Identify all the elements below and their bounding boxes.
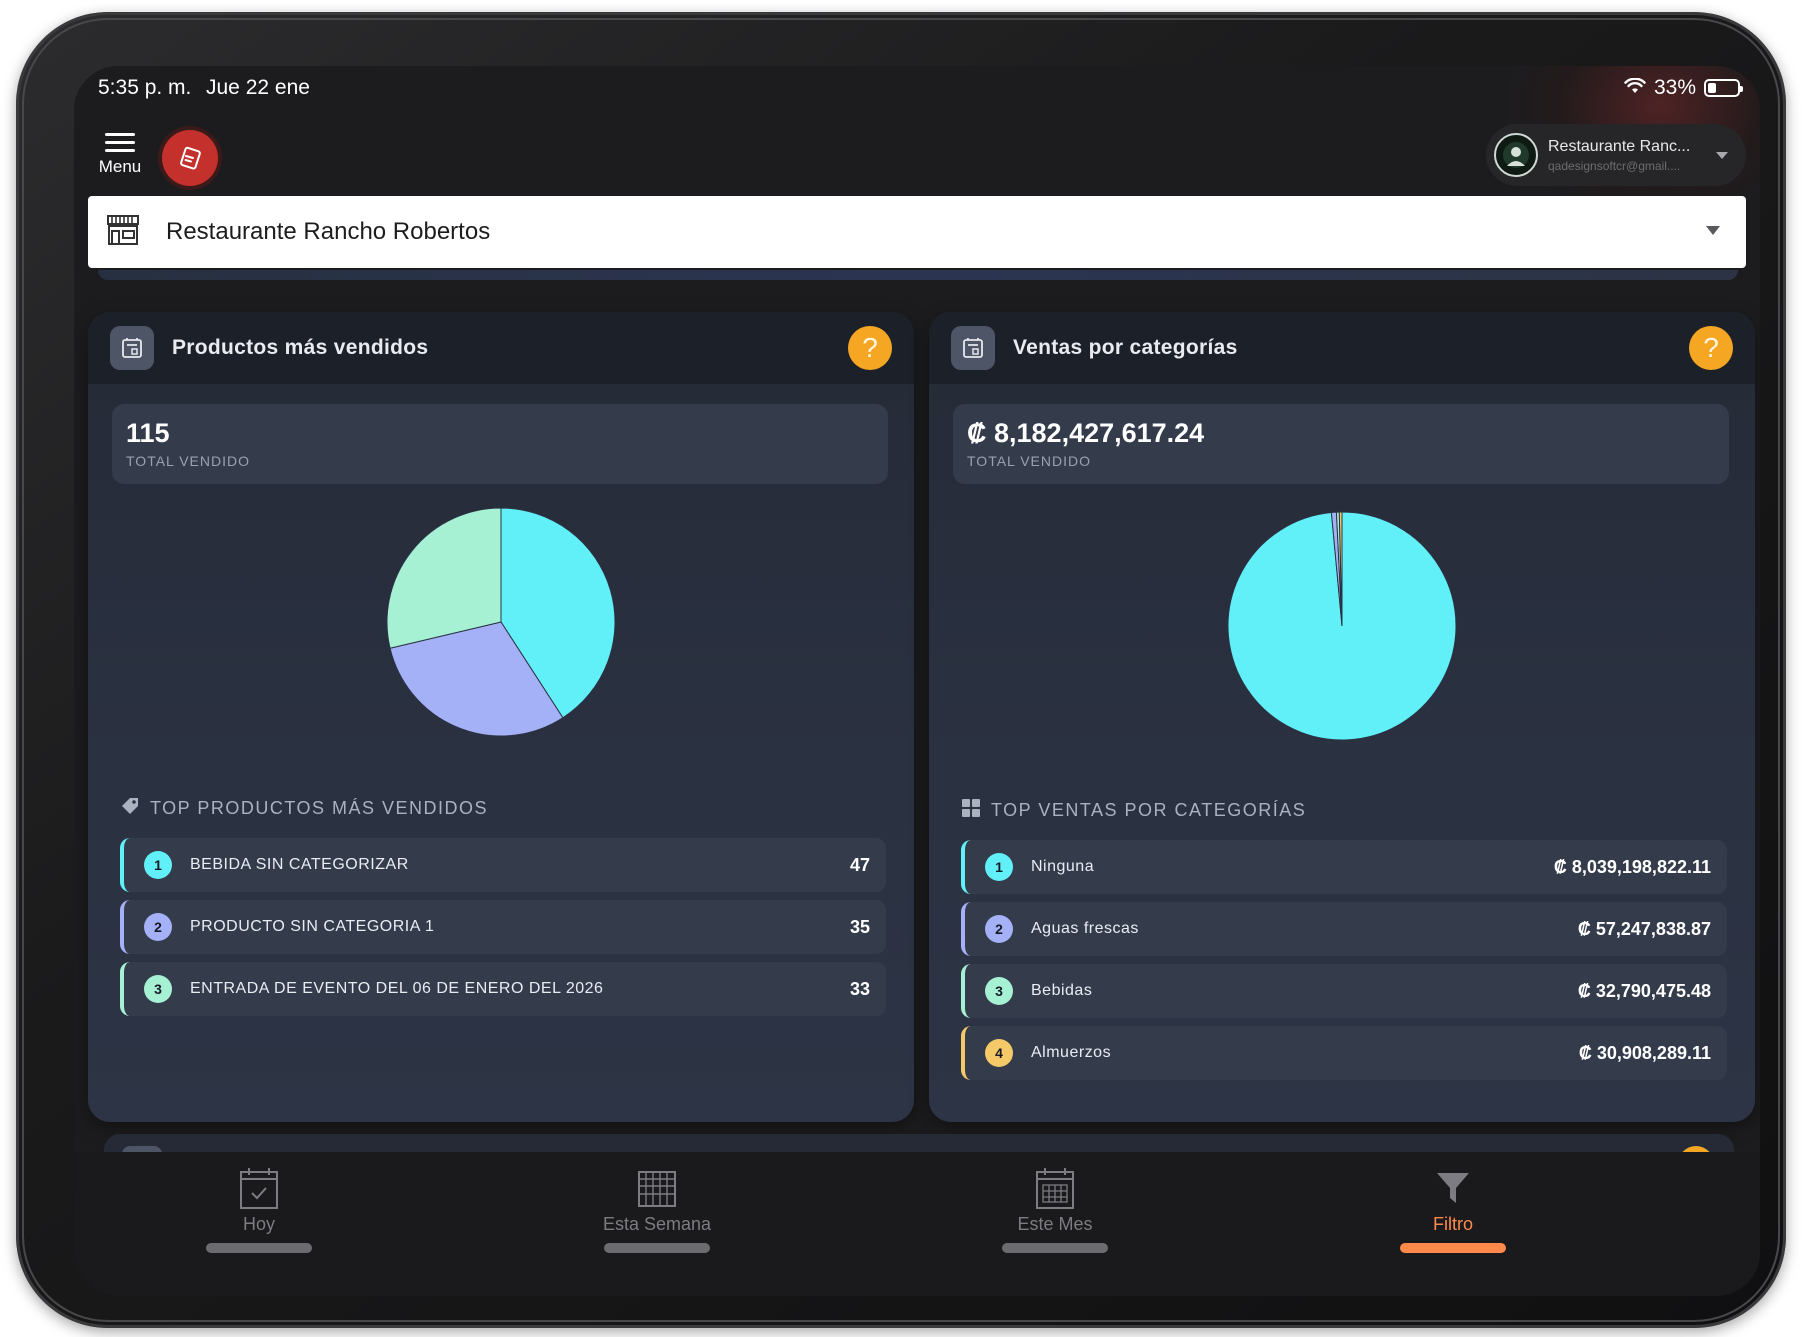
menu-button[interactable]: Menu xyxy=(92,128,148,184)
status-bar: 5:35 p. m. Jue 22 ene 33% xyxy=(74,66,1760,116)
list-item: 2 Aguas frescas ₡ 57,247,838.87 xyxy=(961,902,1727,956)
register-icon xyxy=(110,326,154,370)
tab-label: Filtro xyxy=(1433,1214,1473,1234)
battery-percent: 33% xyxy=(1653,76,1696,99)
item-name: ENTRADA DE EVENTO DEL 06 DE ENERO DEL 20… xyxy=(190,980,604,997)
item-value: ₡ 32,790,475.48 xyxy=(1577,981,1711,1001)
tab-indicator xyxy=(604,1243,710,1253)
account-name: Restaurante Ranc... xyxy=(1548,137,1691,155)
item-name: PRODUCTO SIN CATEGORIA 1 xyxy=(190,918,435,935)
rank-badge: 3 xyxy=(144,975,172,1003)
store-icon xyxy=(106,214,140,251)
item-name: Ninguna xyxy=(1031,858,1095,875)
rank-badge: 2 xyxy=(985,915,1013,943)
list-item: 1 Ninguna ₡ 8,039,198,822.11 xyxy=(961,840,1727,894)
account-switcher[interactable]: Restaurante Ranc... qadesignsoftcr@gmail… xyxy=(1486,124,1746,186)
total-value: ₡ 8,182,427,617.24 xyxy=(967,418,1205,448)
tab-este-mes[interactable]: Este Mes xyxy=(975,1164,1135,1253)
item-value: ₡ 57,247,838.87 xyxy=(1577,919,1711,939)
section-title: TOP VENTAS POR CATEGORÍAS xyxy=(961,798,1306,823)
store-selector-value: Restaurante Rancho Robertos xyxy=(166,218,491,245)
item-name: Bebidas xyxy=(1031,982,1093,999)
tag-icon xyxy=(120,796,140,821)
tab-indicator xyxy=(1002,1243,1108,1253)
item-value: ₡ 30,908,289.11 xyxy=(1578,1043,1711,1063)
tab-label: Este Mes xyxy=(1017,1214,1093,1234)
register-icon xyxy=(951,326,995,370)
card-header: Productos más vendidos ? xyxy=(88,312,914,384)
list-item: 3 ENTRADA DE EVENTO DEL 06 DE ENERO DEL 2… xyxy=(120,962,886,1016)
tab-indicator xyxy=(206,1243,312,1253)
total-label: TOTAL VENDIDO xyxy=(126,453,250,469)
avatar xyxy=(1494,133,1538,177)
tab-indicator xyxy=(1400,1243,1506,1253)
calendar-month-icon xyxy=(975,1164,1135,1212)
top-categories-list: 1 Ninguna ₡ 8,039,198,822.11 2 Aguas frescas… xyxy=(961,840,1727,1088)
categories-pie-chart xyxy=(929,506,1755,806)
status-time: 5:35 p. m. xyxy=(98,76,192,99)
tab-hoy[interactable]: Hoy xyxy=(179,1164,339,1253)
rank-badge: 1 xyxy=(985,853,1013,881)
grid-icon xyxy=(961,798,981,823)
app-logo[interactable] xyxy=(162,130,218,186)
rank-badge: 3 xyxy=(985,977,1013,1005)
top-products-card: Productos más vendidos ? 115 TOTAL VENDI… xyxy=(88,312,914,1122)
card-title: Productos más vendidos xyxy=(172,336,429,359)
total-label: TOTAL VENDIDO xyxy=(967,453,1091,469)
card-title: Ventas por categorías xyxy=(1013,336,1238,359)
tab-label: Esta Semana xyxy=(602,1214,712,1234)
item-value: 35 xyxy=(849,917,870,937)
calendar-check-icon xyxy=(179,1164,339,1212)
products-pie-chart xyxy=(88,502,914,802)
chevron-down-icon xyxy=(1706,226,1720,235)
list-item: 3 Bebidas ₡ 32,790,475.48 xyxy=(961,964,1727,1018)
hamburger-icon xyxy=(105,133,135,152)
item-name: Almuerzos xyxy=(1031,1044,1112,1061)
total-value: 115 xyxy=(126,418,170,448)
status-indicators: 33% xyxy=(1624,76,1743,100)
bottom-tab-bar: Hoy Esta Semana Este Mes Filtro xyxy=(74,1152,1760,1296)
section-title: TOP PRODUCTOS MÁS VENDIDOS xyxy=(120,796,488,821)
list-item: 2 PRODUCTO SIN CATEGORIA 1 35 xyxy=(120,900,886,954)
item-value: 47 xyxy=(849,855,870,875)
item-name: BEBIDA SIN CATEGORIZAR xyxy=(190,856,409,873)
status-date: Jue 22 ene xyxy=(206,76,310,99)
filter-icon xyxy=(1373,1164,1533,1212)
store-selector[interactable]: Restaurante Rancho Robertos xyxy=(88,196,1746,268)
section-title-text: TOP VENTAS POR CATEGORÍAS xyxy=(991,800,1307,820)
menu-label: Menu xyxy=(98,157,142,176)
tablet-frame: 5:35 p. m. Jue 22 ene 33% Menu Restauran xyxy=(16,12,1786,1328)
list-item: 1 BEBIDA SIN CATEGORIZAR 47 xyxy=(120,838,886,892)
item-value: 33 xyxy=(849,979,870,999)
item-value: ₡ 8,039,198,822.11 xyxy=(1553,857,1711,877)
help-button[interactable]: ? xyxy=(848,326,892,370)
calendar-week-icon xyxy=(577,1164,737,1212)
receipt-logo-icon xyxy=(180,146,201,170)
tab-esta-semana[interactable]: Esta Semana xyxy=(577,1164,737,1253)
card-header: Ventas por categorías ? xyxy=(929,312,1755,384)
top-products-list: 1 BEBIDA SIN CATEGORIZAR 47 2 PRODUCTO SIN C… xyxy=(120,838,886,1024)
rank-badge: 4 xyxy=(985,1039,1013,1067)
wifi-icon xyxy=(1624,76,1646,100)
account-email: qadesignsoftcr@gmail.... xyxy=(1548,158,1681,173)
list-item: 4 Almuerzos ₡ 30,908,289.11 xyxy=(961,1026,1727,1080)
section-title-text: TOP PRODUCTOS MÁS VENDIDOS xyxy=(150,798,489,818)
previous-card-edge xyxy=(98,270,1738,280)
rank-badge: 1 xyxy=(144,851,172,879)
tab-label: Hoy xyxy=(242,1214,275,1234)
item-name: Aguas frescas xyxy=(1031,920,1139,937)
help-button[interactable]: ? xyxy=(1689,326,1733,370)
tab-filtro[interactable]: Filtro xyxy=(1373,1164,1533,1253)
battery-icon xyxy=(1704,79,1743,97)
screen: 5:35 p. m. Jue 22 ene 33% Menu Restauran xyxy=(74,66,1760,1296)
total-box: ₡ 8,182,427,617.24 TOTAL VENDIDO xyxy=(953,404,1729,484)
sales-by-category-card: Ventas por categorías ? ₡ 8,182,427,617.… xyxy=(929,312,1755,1122)
chevron-down-icon xyxy=(1716,151,1728,159)
total-box: 115 TOTAL VENDIDO xyxy=(112,404,888,484)
rank-badge: 2 xyxy=(144,913,172,941)
